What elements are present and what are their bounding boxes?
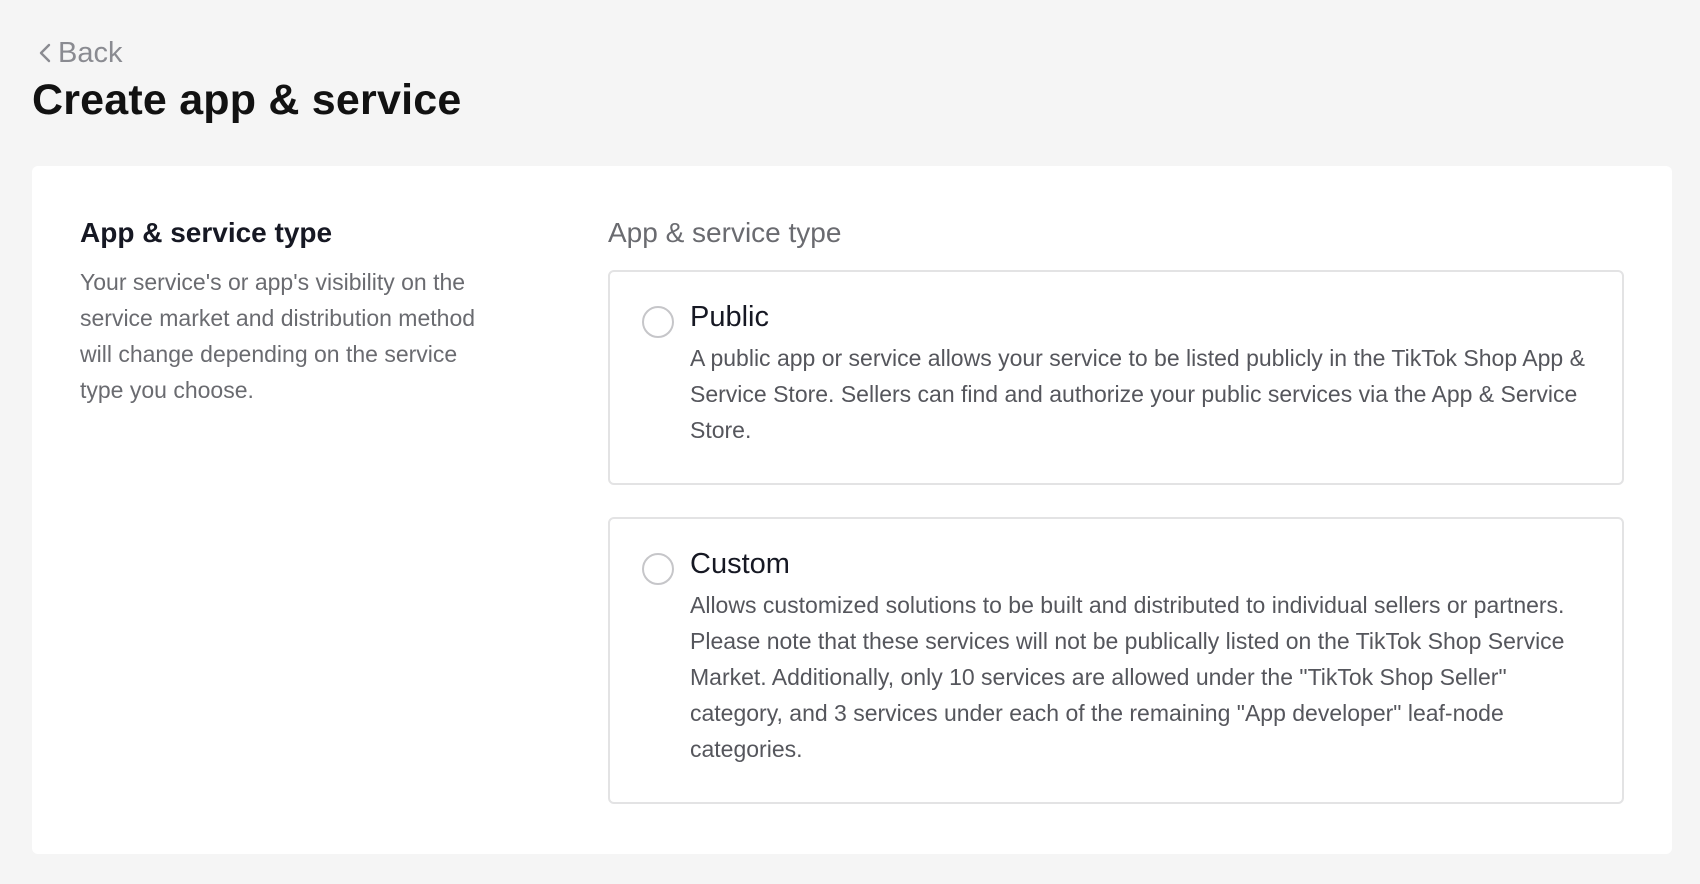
- chevron-left-icon: [39, 43, 51, 63]
- option-public-title: Public: [690, 301, 769, 333]
- back-label: Back: [58, 36, 123, 69]
- form-card: App & service type Your service's or app…: [32, 166, 1672, 854]
- radio-public[interactable]: [642, 306, 674, 338]
- option-custom[interactable]: Custom Allows customized solutions to be…: [608, 517, 1624, 804]
- type-selector: App & service type Public A public app o…: [608, 216, 1624, 836]
- option-custom-description: Allows customized solutions to be built …: [690, 592, 1565, 762]
- page-title: Create app & service: [32, 76, 462, 124]
- back-button[interactable]: Back: [38, 36, 122, 70]
- section-info: App & service type Your service's or app…: [80, 216, 480, 408]
- option-public[interactable]: Public A public app or service allows yo…: [608, 270, 1624, 485]
- option-custom-title: Custom: [690, 548, 790, 580]
- page: Back Create app & service App & service …: [0, 0, 1700, 884]
- option-public-description: A public app or service allows your serv…: [690, 345, 1585, 443]
- section-description: Your service's or app's visibility on th…: [80, 269, 476, 403]
- section-title: App & service type: [80, 217, 333, 248]
- field-label: App & service type: [608, 217, 842, 248]
- radio-custom[interactable]: [642, 553, 674, 585]
